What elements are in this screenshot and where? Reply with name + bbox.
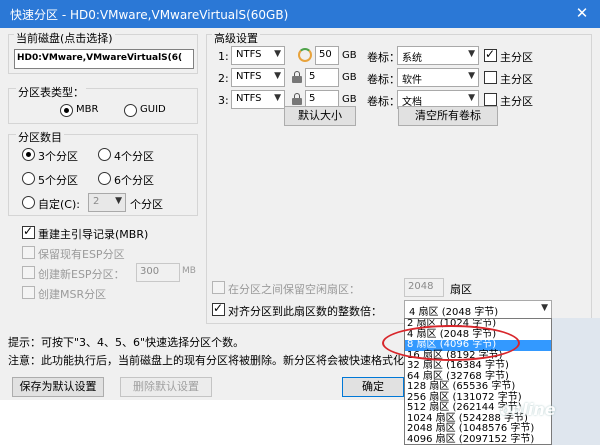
mbr-radio[interactable] (60, 104, 73, 117)
five-partitions-label: 5个分区 (38, 174, 78, 187)
filesystem-select[interactable]: NTFS ▼ (231, 68, 285, 87)
reserve-sectors-input[interactable]: 2048 (404, 278, 444, 297)
primary-label: 主分区 (500, 51, 533, 64)
reserve-sectors-unit: 扇区 (450, 283, 472, 296)
reserve-sectors-value: 2048 (408, 281, 434, 292)
disk-name: HD0:VMware,VMwareVirtualS(6( (17, 53, 183, 63)
four-partitions-radio[interactable] (98, 148, 111, 161)
size-value: 5 (309, 93, 316, 104)
primary-label: 主分区 (500, 95, 533, 108)
keep-esp-checkbox[interactable] (22, 246, 35, 259)
row-number: 3: (218, 94, 229, 107)
align-label: 对齐分区到此扇区数的整数倍： (228, 305, 382, 318)
primary-label: 主分区 (500, 73, 533, 86)
chevron-down-icon: ▼ (274, 93, 281, 103)
size-input[interactable]: 50 (315, 46, 339, 65)
custom-count-unit: 个分区 (130, 198, 163, 211)
volume-label-select[interactable]: 系统 ▼ (397, 46, 479, 65)
custom-count-radio[interactable] (22, 196, 35, 209)
three-partitions-radio[interactable] (22, 148, 35, 161)
custom-count-label: 自定(C): (38, 198, 80, 211)
volume-label-caption: 卷标： (367, 73, 400, 86)
reserve-sectors-checkbox[interactable] (212, 281, 225, 294)
custom-count-value: 2 (93, 196, 100, 207)
lock-icon[interactable] (292, 93, 302, 105)
ok-button[interactable]: 确定 (342, 377, 404, 397)
chevron-down-icon: ▼ (274, 49, 281, 59)
three-partitions-label: 3个分区 (38, 150, 78, 163)
dropdown-option[interactable]: 32 扇区 (16384 字节) (405, 360, 551, 372)
row-number: 1: (218, 50, 229, 63)
mbr-label: MBR (76, 104, 99, 115)
align-checkbox[interactable] (212, 301, 225, 316)
window-title: 快速分区 - HD0:VMware,VMwareVirtualS(60GB) (10, 8, 289, 22)
lock-icon[interactable] (292, 71, 302, 83)
size-unit: GB (342, 50, 357, 61)
chevron-down-icon: ▼ (274, 71, 281, 81)
align-select[interactable]: 4 扇区 (2048 字节) ▼ (404, 300, 552, 319)
row-number: 2: (218, 72, 229, 85)
tip-text: 提示：可按下"3、4、5、6"快速选择分区个数。 (8, 336, 245, 349)
advanced-title: 高级设置 (212, 30, 260, 46)
table-type-label: 分区表类型： (16, 84, 86, 100)
keep-esp-label: 保留现有ESP分区 (38, 248, 125, 261)
size-unit: GB (342, 72, 357, 83)
six-partitions-label: 6个分区 (114, 174, 154, 187)
save-default-button[interactable]: 保存为默认设置 (12, 377, 104, 397)
filesystem-value: NTFS (236, 49, 262, 60)
chevron-down-icon: ▼ (468, 71, 475, 81)
align-value: 4 扇区 (2048 字节) (409, 307, 499, 318)
watermark: online (500, 400, 556, 419)
close-icon[interactable]: ✕ (568, 1, 596, 25)
volume-label-caption: 卷标： (367, 51, 400, 64)
clear-labels-button[interactable]: 清空所有卷标 (398, 106, 498, 126)
volume-label-value: 软件 (402, 75, 422, 86)
chevron-down-icon: ▼ (541, 303, 548, 313)
volume-label-caption: 卷标： (367, 95, 400, 108)
chevron-down-icon: ▼ (468, 93, 475, 103)
disk-selector[interactable]: HD0:VMware,VMwareVirtualS(6( (14, 49, 194, 69)
filesystem-select[interactable]: NTFS ▼ (231, 46, 285, 65)
create-esp-checkbox[interactable] (22, 266, 35, 279)
chevron-down-icon: ▼ (468, 49, 475, 59)
size-input[interactable]: 5 (305, 68, 339, 87)
five-partitions-radio[interactable] (22, 172, 35, 185)
six-partitions-radio[interactable] (98, 172, 111, 185)
reserve-sectors-label: 在分区之间保留空闲扇区： (228, 283, 360, 296)
size-value: 5 (309, 71, 316, 82)
esp-size-unit: MB (182, 266, 196, 276)
filesystem-select[interactable]: NTFS ▼ (231, 90, 285, 109)
create-msr-label: 创建MSR分区 (38, 288, 107, 301)
four-partitions-label: 4个分区 (114, 150, 154, 163)
annotation-ellipse (382, 325, 520, 361)
primary-checkbox[interactable] (484, 93, 497, 106)
size-unit: GB (342, 94, 357, 105)
count-label: 分区数目 (16, 129, 64, 145)
rebuild-mbr-checkbox[interactable] (22, 224, 35, 239)
create-msr-checkbox[interactable] (22, 286, 35, 299)
delete-default-button[interactable]: 删除默认设置 (120, 377, 212, 397)
disk-group-label: 当前磁盘(点击选择) (14, 30, 115, 46)
guid-radio[interactable] (124, 104, 137, 117)
create-esp-label: 创建新ESP分区： (38, 268, 125, 281)
esp-size-value: 300 (140, 266, 160, 277)
volume-label-select[interactable]: 软件 ▼ (397, 68, 479, 87)
primary-checkbox[interactable] (484, 71, 497, 84)
dropdown-option[interactable]: 128 扇区 (65536 字节) (405, 381, 551, 393)
filesystem-value: NTFS (236, 71, 262, 82)
busy-spinner-icon (298, 48, 312, 62)
note-text: 注意：此功能执行后，当前磁盘上的现有分区将被删除。新分区将会被快速格式化。 (8, 354, 415, 367)
chevron-down-icon: ▼ (115, 196, 122, 206)
esp-size-input[interactable]: 300 (136, 263, 180, 282)
custom-count-select[interactable]: 2 ▼ (88, 193, 126, 212)
default-size-button[interactable]: 默认大小 (284, 106, 356, 126)
size-value: 50 (319, 49, 332, 60)
guid-label: GUID (140, 104, 166, 115)
filesystem-value: NTFS (236, 93, 262, 104)
primary-checkbox[interactable] (484, 47, 497, 62)
quick-partition-dialog: 快速分区 - HD0:VMware,VMwareVirtualS(60GB) ✕… (0, 0, 600, 445)
rebuild-mbr-label: 重建主引导记录(MBR) (38, 228, 149, 241)
title-bar: 快速分区 - HD0:VMware,VMwareVirtualS(60GB) ✕ (0, 0, 600, 28)
volume-label-value: 系统 (402, 53, 422, 64)
